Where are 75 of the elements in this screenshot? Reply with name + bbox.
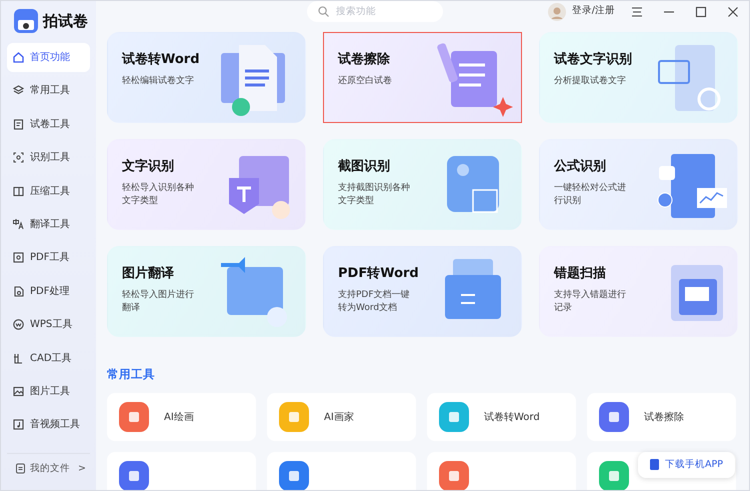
video-icon — [12, 418, 25, 432]
feature-card[interactable]: 截图识别 支持截图识别各种文字类型 — [323, 139, 522, 230]
feature-card[interactable]: 图片翻译 轻松导入图片进行翻译 — [107, 246, 306, 337]
pdf-icon — [12, 251, 25, 264]
document-icon — [12, 284, 25, 298]
scan-icon — [12, 151, 25, 164]
feature-card[interactable]: 试卷擦除 还原空白试卷 — [323, 32, 522, 123]
sidebar-item[interactable]: 音视频工具 — [7, 410, 90, 440]
translate-icon — [12, 218, 25, 231]
maximize-icon — [695, 6, 707, 18]
image-icon — [12, 384, 25, 398]
tool-card[interactable] — [267, 452, 416, 490]
tool-card[interactable]: 试卷擦除 — [587, 393, 736, 442]
feature-title: 试卷文字识别 — [554, 50, 633, 69]
my-files-link[interactable]: 我的文件 — [30, 462, 70, 476]
menu-button[interactable] — [631, 6, 643, 18]
download-app-popup[interactable]: 下载手机APP — [638, 452, 735, 478]
feature-title: 公式识别 — [554, 158, 607, 176]
sidebar-item[interactable]: CAD工具 — [7, 344, 90, 373]
feature-title: PDF转Word — [338, 265, 420, 283]
sidebar-item[interactable]: 识别工具 — [7, 143, 90, 172]
sidebar-item[interactable]: 翻译工具 — [7, 210, 90, 239]
wps-icon — [12, 318, 25, 332]
feature-subtitle: 轻松导入识别各种文字类型 — [122, 182, 195, 208]
sidebar-item[interactable]: 图片工具 — [7, 376, 90, 406]
close-button[interactable] — [727, 6, 739, 18]
tool-card[interactable] — [107, 452, 256, 490]
home-icon — [12, 51, 25, 64]
feature-title: 截图识别 — [338, 158, 391, 176]
sidebar-item[interactable]: PDF工具 — [7, 243, 90, 272]
feature-subtitle: 轻松编辑试卷文字 — [122, 74, 195, 88]
feature-title: 错题扫描 — [554, 265, 607, 283]
feature-card[interactable]: 错题扫描 支持导入错题进行记录 — [539, 246, 738, 337]
search-field[interactable]: 搜索功能 — [307, 1, 443, 22]
feature-title: 试卷擦除 — [338, 50, 391, 69]
feature-card[interactable]: 公式识别 一键轻松对公式进行识别 — [539, 139, 738, 230]
document-icon — [12, 118, 25, 131]
phone-icon — [650, 459, 660, 470]
app-logo-icon — [14, 9, 38, 33]
close-icon — [727, 6, 739, 18]
sidebar-item[interactable]: PDF处理 — [7, 276, 90, 306]
app-name: 拍试卷 — [43, 10, 88, 32]
feature-card[interactable]: 试卷文字识别 分析提取试卷文字 — [539, 32, 738, 123]
maximize-button[interactable] — [695, 6, 707, 18]
feature-subtitle: 还原空白试卷 — [338, 74, 393, 88]
tool-card[interactable]: 试卷转Word — [427, 393, 576, 442]
tool-card[interactable]: AI绘画 — [107, 393, 256, 442]
feature-subtitle: 一键轻松对公式进行识别 — [554, 182, 627, 208]
sidebar-item[interactable]: 首页功能 — [7, 43, 90, 72]
feature-subtitle: 轻松导入图片进行翻译 — [122, 288, 195, 316]
feature-title: 图片翻译 — [122, 265, 175, 283]
feature-title: 文字识别 — [122, 158, 175, 176]
file-icon — [15, 463, 26, 474]
feature-card[interactable]: 试卷转Word 轻松编辑试卷文字 — [107, 32, 306, 123]
sidebar-item[interactable]: 试卷工具 — [7, 110, 90, 139]
tool-card[interactable] — [427, 452, 576, 490]
feature-subtitle: 分析提取试卷文字 — [554, 74, 627, 88]
login-link[interactable]: 登录/注册 — [572, 4, 615, 19]
sidebar-item[interactable]: WPS工具 — [7, 310, 90, 340]
folder-icon — [12, 184, 25, 198]
section-title: 常用工具 — [106, 366, 156, 383]
feature-subtitle: 支持PDF文档一键转为Word文档 — [338, 288, 411, 316]
feature-subtitle: 支持导入错题进行记录 — [554, 288, 627, 316]
feature-card[interactable]: PDF转Word 支持PDF文档一键转为Word文档 — [323, 246, 522, 337]
chevron-icon: > — [78, 462, 86, 476]
search-icon — [318, 6, 329, 17]
tool-card[interactable]: AI画家 — [267, 393, 416, 442]
feature-subtitle: 支持截图识别各种文字类型 — [338, 182, 411, 208]
feature-card[interactable]: 文字识别 轻松导入识别各种文字类型 — [107, 139, 306, 230]
cad-icon — [12, 352, 25, 365]
feature-title: 试卷转Word — [122, 51, 201, 69]
sidebar-item[interactable]: 常用工具 — [7, 76, 90, 106]
menu-icon — [631, 6, 643, 18]
avatar-icon — [548, 2, 566, 20]
sidebar-item[interactable]: 压缩工具 — [7, 176, 90, 206]
